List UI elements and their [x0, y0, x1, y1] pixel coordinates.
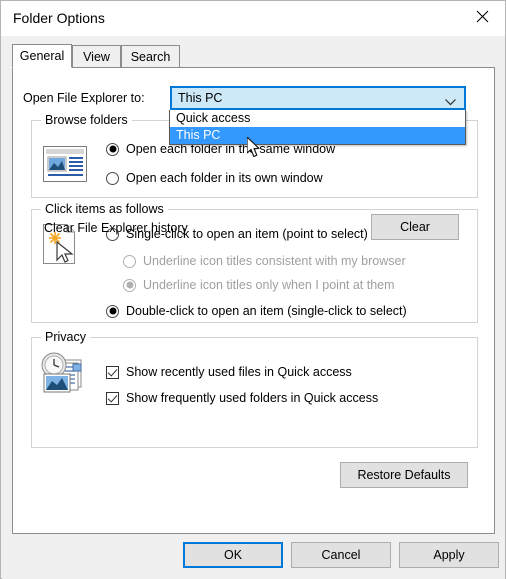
radio-indicator [106, 142, 119, 156]
open-file-explorer-dropdown-list[interactable]: Quick access This PC [169, 110, 466, 145]
privacy-title: Privacy [41, 330, 90, 344]
clear-button-label: Clear [400, 220, 430, 234]
underline-browser-radio[interactable]: Underline icon titles consistent with my… [123, 254, 406, 268]
tab-search-label: Search [130, 49, 171, 64]
clear-button[interactable]: Clear [371, 214, 459, 240]
restore-defaults-label: Restore Defaults [357, 468, 451, 482]
cancel-button-label: Cancel [321, 548, 361, 562]
dropdown-option-this-pc[interactable]: This PC [170, 127, 465, 144]
browse-own-window-radio[interactable]: Open each folder in its own window [106, 171, 323, 185]
open-file-explorer-label: Open File Explorer to: [23, 91, 145, 105]
radio-indicator [123, 254, 136, 268]
cancel-button[interactable]: Cancel [291, 542, 391, 568]
tab-view-label: View [83, 49, 110, 64]
tab-general-label: General [19, 49, 65, 63]
window-preview-icon [43, 146, 87, 185]
title-bar: Folder Options [1, 1, 505, 36]
show-recent-files-label: Show recently used files in Quick access [126, 365, 352, 379]
tab-view[interactable]: View [72, 45, 121, 68]
close-icon[interactable] [460, 1, 505, 31]
ok-button[interactable]: OK [183, 542, 283, 568]
click-items-title: Click items as follows [41, 202, 168, 216]
double-click-radio[interactable]: Double-click to open an item (single-cli… [106, 304, 407, 318]
restore-defaults-button[interactable]: Restore Defaults [340, 462, 468, 488]
apply-button[interactable]: Apply [399, 542, 499, 568]
checkbox-indicator [106, 391, 119, 405]
radio-indicator [106, 304, 119, 318]
underline-point-radio[interactable]: Underline icon titles only when I point … [123, 278, 395, 292]
tab-general[interactable]: General [12, 44, 72, 68]
double-click-label: Double-click to open an item (single-cli… [126, 304, 407, 318]
browse-own-window-label: Open each folder in its own window [126, 171, 323, 185]
show-frequent-folders-checkbox[interactable]: Show frequently used folders in Quick ac… [106, 391, 378, 405]
combobox-selected-value: This PC [178, 91, 223, 105]
apply-button-label: Apply [433, 548, 465, 562]
dropdown-option-quick-access[interactable]: Quick access [170, 110, 465, 127]
ok-button-label: OK [223, 548, 243, 562]
window-title: Folder Options [13, 10, 105, 26]
tab-strip: General View Search [12, 44, 495, 68]
dialog-footer: OK Cancel Apply [2, 535, 505, 579]
clock-documents-icon [37, 352, 87, 400]
radio-indicator [123, 278, 136, 292]
browse-folders-title: Browse folders [41, 113, 132, 127]
open-file-explorer-combobox[interactable]: This PC [170, 86, 466, 110]
clear-history-label: Clear File Explorer history [44, 221, 188, 235]
underline-point-label: Underline icon titles only when I point … [143, 278, 395, 292]
folder-options-dialog: Folder Options General View Search Open … [0, 0, 506, 579]
checkbox-indicator [106, 365, 119, 379]
radio-indicator [106, 171, 119, 185]
show-frequent-folders-label: Show frequently used folders in Quick ac… [126, 391, 379, 405]
underline-browser-label: Underline icon titles consistent with my… [143, 254, 406, 268]
chevron-down-icon [445, 95, 456, 109]
show-recent-files-checkbox[interactable]: Show recently used files in Quick access [106, 365, 352, 379]
tab-search[interactable]: Search [121, 45, 180, 68]
